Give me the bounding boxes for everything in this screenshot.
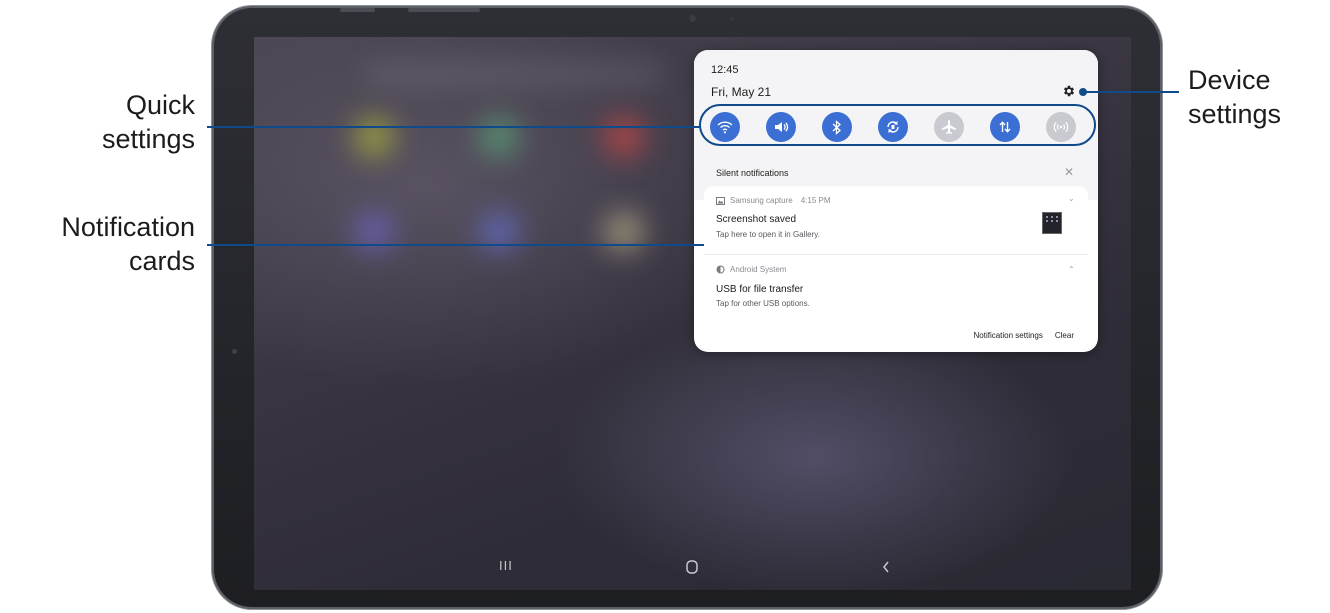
side-sensor (232, 349, 237, 354)
blurred-app-icon (604, 117, 644, 157)
home-button[interactable] (686, 560, 698, 574)
notification-cards-callout-line (207, 244, 704, 246)
notification-time: 4:15 PM (800, 196, 831, 205)
silent-notifications-header: Silent notifications (716, 168, 789, 178)
card-divider (704, 254, 1088, 255)
quick-settings-label: Quick settings (101, 90, 195, 154)
front-camera (689, 15, 696, 22)
notification-cards-label: Notification cards (61, 212, 195, 276)
device-settings-button[interactable] (1062, 84, 1076, 98)
dismiss-silent-button[interactable]: ✕ (1064, 165, 1074, 179)
notification-title: USB for file transfer (716, 284, 804, 295)
notification-settings-button[interactable]: Notification settings (974, 331, 1043, 340)
clock: 12:45 (711, 64, 739, 76)
light-sensor (730, 17, 734, 21)
recents-button[interactable]: III (499, 558, 513, 573)
date: Fri, May 21 (711, 85, 772, 99)
notification-card-screenshot[interactable]: Samsung capture 4:15 PM ⌄ Screenshot sav… (704, 186, 1088, 252)
blurred-app-icon (354, 117, 394, 157)
notification-app-row: Samsung capture 4:15 PM (716, 196, 831, 205)
device-settings-callout-dot (1079, 88, 1087, 96)
panel-actions: Notification settings Clear (974, 331, 1075, 340)
expand-chevron[interactable]: ⌄ (1068, 194, 1075, 203)
blurred-app-icon (479, 212, 519, 252)
back-button[interactable] (882, 561, 890, 573)
blurred-search-bar (364, 65, 664, 83)
quick-settings-callout-line (207, 126, 700, 128)
notification-app-name: Samsung capture (730, 196, 793, 205)
screenshot-thumbnail[interactable] (1042, 212, 1062, 234)
power-button (408, 8, 480, 12)
gear-icon (1063, 85, 1075, 97)
blurred-app-icon (479, 117, 519, 157)
notification-app-row: Android System (716, 265, 786, 274)
back-icon (883, 561, 889, 573)
navigation-bar: III (254, 546, 1131, 590)
collapse-chevron[interactable]: ⌃ (1068, 265, 1075, 274)
notification-text: Tap here to open it in Gallery. (716, 230, 820, 239)
clear-button[interactable]: Clear (1055, 331, 1074, 340)
blurred-app-icon (604, 212, 644, 252)
volume-button (340, 8, 375, 12)
android-system-icon (716, 265, 725, 274)
quick-settings-highlight (699, 104, 1096, 146)
device-settings-label: Device settings (1188, 65, 1282, 129)
home-icon (686, 560, 698, 574)
notification-title: Screenshot saved (716, 214, 797, 225)
gallery-icon (716, 196, 725, 205)
blurred-app-icon (354, 212, 394, 252)
notification-app-name: Android System (730, 265, 787, 274)
notification-panel: 12:45 Fri, May 21 Silent notifications ✕… (694, 50, 1098, 352)
device-settings-callout-line (1083, 91, 1179, 93)
notification-text: Tap for other USB options. (716, 299, 810, 308)
notification-card-usb[interactable]: Android System ⌃ USB for file transfer T… (704, 256, 1088, 318)
